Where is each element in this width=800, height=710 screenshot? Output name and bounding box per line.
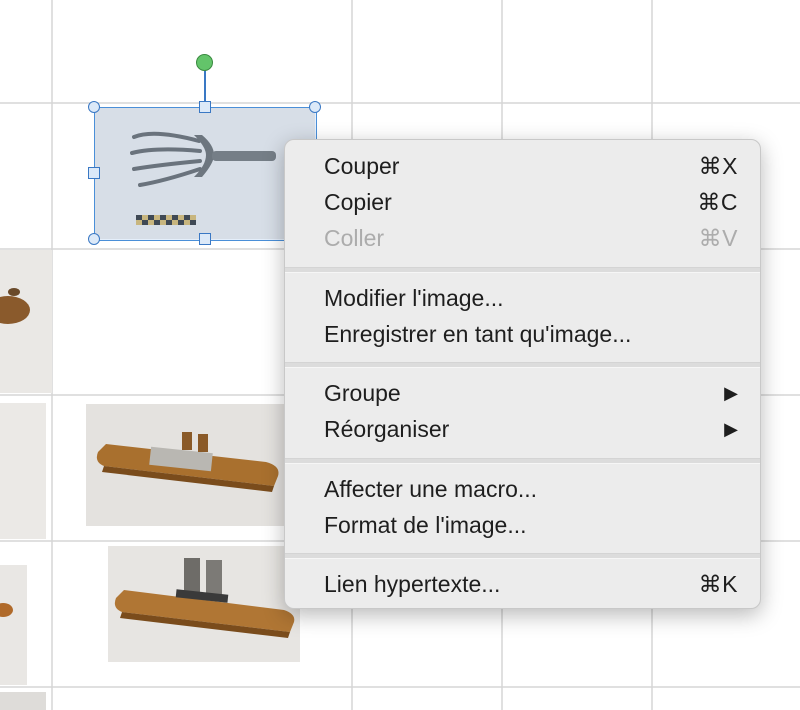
shortcut-label: ⌘K (698, 571, 738, 597)
wooden-plane-2-graphic (114, 558, 295, 638)
menu-item-enregistrer-image[interactable]: Enregistrer en tant qu'image... (285, 316, 760, 352)
menu-item-label: Groupe (324, 380, 401, 406)
resize-handle-bottom[interactable] (199, 233, 211, 245)
menu-separator (285, 362, 760, 368)
menu-item-format-image[interactable]: Format de l'image... (285, 507, 760, 543)
menu-item-lien-hypertexte[interactable]: Lien hypertexte... ⌘K (285, 566, 760, 602)
menu-item-affecter-macro[interactable]: Affecter une macro... (285, 471, 760, 507)
shortcut-label: ⌘C (697, 189, 738, 215)
context-menu: Couper ⌘X Copier ⌘C Coller ⌘V Modifier l… (284, 139, 761, 609)
wooden-plane-1-graphic (96, 432, 279, 492)
menu-item-reorganiser[interactable]: Réorganiser ▶ (285, 411, 760, 447)
submenu-arrow-icon: ▶ (724, 419, 738, 439)
resize-handle-top-left[interactable] (88, 101, 100, 113)
wood-tool-left-1-graphic (0, 288, 30, 324)
rotation-handle[interactable] (196, 54, 213, 71)
resize-handle-left[interactable] (88, 167, 100, 179)
menu-item-groupe[interactable]: Groupe ▶ (285, 375, 760, 411)
menu-item-copier[interactable]: Copier ⌘C (285, 184, 760, 220)
menu-item-label: Couper (324, 153, 400, 179)
shortcut-label: ⌘V (698, 225, 738, 251)
menu-item-label: Enregistrer en tant qu'image... (324, 321, 632, 347)
menu-item-label: Affecter une macro... (324, 476, 538, 502)
menu-item-label: Format de l'image... (324, 512, 527, 538)
menu-item-coller: Coller ⌘V (285, 220, 760, 256)
menu-item-modifier-image[interactable]: Modifier l'image... (285, 280, 760, 316)
menu-item-couper[interactable]: Couper ⌘X (285, 148, 760, 184)
wood-tool-left-3[interactable] (0, 565, 27, 685)
shortcut-label: ⌘X (698, 153, 738, 179)
submenu-arrow-icon: ▶ (724, 383, 738, 403)
resize-handle-top-right[interactable] (309, 101, 321, 113)
wooden-plane-1[interactable] (86, 404, 286, 526)
menu-item-label: Copier (324, 189, 392, 215)
menu-separator (285, 553, 760, 559)
menu-separator (285, 267, 760, 273)
menu-item-label: Modifier l'image... (324, 285, 504, 311)
menu-item-label: Coller (324, 225, 385, 251)
wood-tool-left-4[interactable] (0, 692, 46, 710)
menu-separator (285, 458, 760, 464)
menu-item-label: Lien hypertexte... (324, 571, 501, 597)
wood-tool-left-2[interactable] (0, 403, 46, 539)
wood-tool-left-3-graphic (0, 603, 13, 617)
wood-tool-left-1[interactable] (0, 250, 52, 393)
resize-handle-bottom-left[interactable] (88, 233, 100, 245)
menu-item-label: Réorganiser (324, 416, 450, 442)
wooden-plane-2[interactable] (108, 546, 300, 662)
resize-handle-top[interactable] (199, 101, 211, 113)
